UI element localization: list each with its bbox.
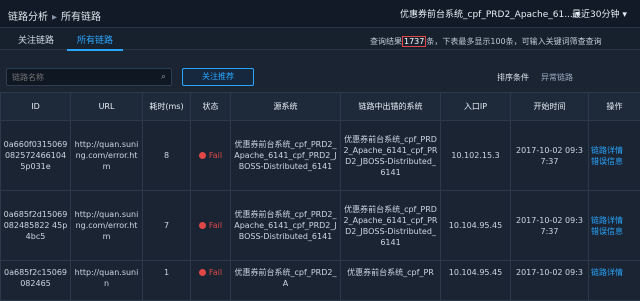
cell-ip: 10.104.95.45 [441,261,511,301]
col-header-error-system: 链路中出错的系统 [341,93,441,121]
recommend-button[interactable]: 关注推荐 [182,68,254,86]
fail-dot-icon [199,152,206,159]
cell-start-time: 2017-10-02 09:37:37 [511,191,589,261]
trace-detail-link[interactable]: 链路详情 [591,215,638,226]
status-text: Fail [209,151,222,160]
breadcrumb-separator: ▸ [52,12,57,23]
cell-status: Fail [191,261,231,301]
cell-source: 优惠券前台系统_cpf_PRD2_Apache_6141_cpf_PRD2_JB… [231,121,341,191]
result-suffix: 条，下表最多显示100条，可输入关键词筛查查询 [426,37,601,46]
sort-label: 排序条件 [497,72,529,83]
cell-error-system: 优惠券前台系统_cpf_PR [341,261,441,301]
cell-actions: 链路详情错误信息 [589,121,640,191]
col-header-start-time[interactable]: 开始时间 [511,93,589,121]
breadcrumb-current: 所有链路 [61,12,101,23]
cell-start-time: 2017-10-02 09:3 [511,261,589,301]
cell-url: http://quan.suning.com/error.htm [71,191,143,261]
cell-url: http://quan.sunin [71,261,143,301]
cell-actions: 链路详情 [589,261,640,301]
search-icon[interactable]: ⌕ [161,72,166,82]
status-text: Fail [209,268,222,277]
breadcrumb-link-trace-analysis[interactable]: 链路分析 [8,12,48,23]
cell-id: 0a685f2d15069082485822 45p4bc5 [1,191,71,261]
error-info-link[interactable]: 错误信息 [591,156,638,167]
cell-cost: 7 [143,191,191,261]
col-header-cost[interactable]: 耗时(ms) [143,93,191,121]
tab-all-links[interactable]: 所有链路 [77,33,113,46]
cell-actions: 链路详情错误信息 [589,191,640,261]
cell-error-system: 优惠券前台系统_cpf_PRD2_Apache_6141_cpf_PRD2_JB… [341,121,441,191]
trace-detail-link[interactable]: 链路详情 [591,145,638,156]
filter-bar: ⌕ 关注推荐 排序条件 异常链路 [0,62,640,90]
cell-source: 优惠券前台系统_cpf_PRD2_Apache_6141_cpf_PRD2_JB… [231,191,341,261]
query-result-info: 查询结果1737条，下表最多显示100条，可输入关键词筛查查询 [370,36,602,47]
top-bar: 链路分析 ▸ 所有链路 优惠券前台系统_cpf_PRD2_Apache_61... … [0,0,640,28]
table-header-row: ID URL 耗时(ms) 状态 源系统 链路中出错的系统 入口IP 开始时间 … [1,93,640,121]
cell-start-time: 2017-10-02 09:37:37 [511,121,589,191]
table-row: 0a685f2c15069082465 http://quan.sunin 1 … [1,261,640,301]
time-range-select[interactable]: 最近30分钟 ▾ [572,7,627,20]
error-info-link[interactable]: 错误信息 [591,226,638,237]
fail-dot-icon [199,269,206,276]
trace-detail-link[interactable]: 链路详情 [591,267,638,278]
col-header-actions: 操作 [589,93,640,121]
cell-id: 0a685f2c15069082465 [1,261,71,301]
cell-source: 优惠券前台系统_cpf_PRD2_A [231,261,341,301]
cell-ip: 10.104.95.45 [441,191,511,261]
result-prefix: 查询结果 [370,37,402,46]
cell-url: http://quan.suning.com/error.htm [71,121,143,191]
search-box: ⌕ [6,68,172,86]
cell-status: Fail [191,121,231,191]
table-row: 0a660f03150690825724661045p031e http://q… [1,121,640,191]
col-header-ip: 入口IP [441,93,511,121]
result-count: 1737 [402,36,426,47]
cell-cost: 8 [143,121,191,191]
breadcrumb: 链路分析 ▸ 所有链路 [8,8,101,23]
trace-table: ID URL 耗时(ms) 状态 源系统 链路中出错的系统 入口IP 开始时间 … [0,92,640,301]
col-header-status: 状态 [191,93,231,121]
fail-dot-icon [199,222,206,229]
app-select[interactable]: 优惠券前台系统_cpf_PRD2_Apache_61... ▾ [400,7,580,20]
cell-ip: 10.102.15.3 [441,121,511,191]
cell-status: Fail [191,191,231,261]
col-header-source: 源系统 [231,93,341,121]
col-header-url: URL [71,93,143,121]
table-row: 0a685f2d15069082485822 45p4bc5 http://qu… [1,191,640,261]
tab-followed-links[interactable]: 关注链路 [18,33,54,46]
search-input[interactable] [12,71,152,84]
sort-select[interactable]: 异常链路 [541,72,573,83]
cell-error-system: 优惠券前台系统_cpf_PRD2_Apache_6141_cpf_PRD2_JB… [341,191,441,261]
cell-id: 0a660f03150690825724661045p031e [1,121,71,191]
col-header-id: ID [1,93,71,121]
cell-cost: 1 [143,261,191,301]
status-text: Fail [209,221,222,230]
